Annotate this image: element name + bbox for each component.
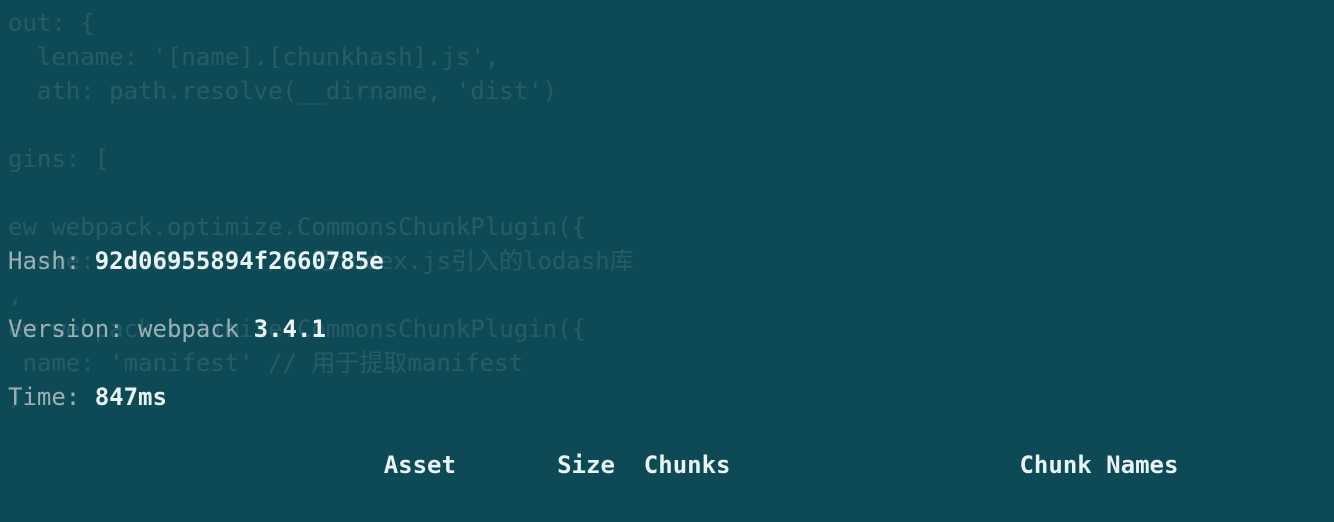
time-label: Time: xyxy=(8,383,95,411)
asset-row: app.47957180aed292d3eef4.js 16.6 kB 0 [e… xyxy=(8,516,1326,522)
col-names: Chunk Names xyxy=(1019,451,1178,479)
version-prefix: webpack xyxy=(138,315,254,343)
hash-line: Hash: 92d06955894f2660785e xyxy=(8,244,1326,278)
hash-value: 92d06955894f2660785e xyxy=(95,247,384,275)
version-line: Version: webpack 3.4.1 xyxy=(8,312,1326,346)
foreground-output: Hash: 92d06955894f2660785e Version: webp… xyxy=(8,210,1326,522)
version-label: Version: xyxy=(8,315,138,343)
col-asset: Asset xyxy=(384,451,456,479)
terminal-output: out: { lename: '[name].[chunkhash].js', … xyxy=(0,0,1334,522)
time-value: 847ms xyxy=(95,383,167,411)
col-chunks: Chunks xyxy=(644,451,731,479)
hash-label: Hash: xyxy=(8,247,95,275)
col-size: Size xyxy=(557,451,615,479)
asset-header-row: Asset Size Chunks Chunk Names xyxy=(8,448,1326,482)
version-value: 3.4.1 xyxy=(254,315,326,343)
time-line: Time: 847ms xyxy=(8,380,1326,414)
